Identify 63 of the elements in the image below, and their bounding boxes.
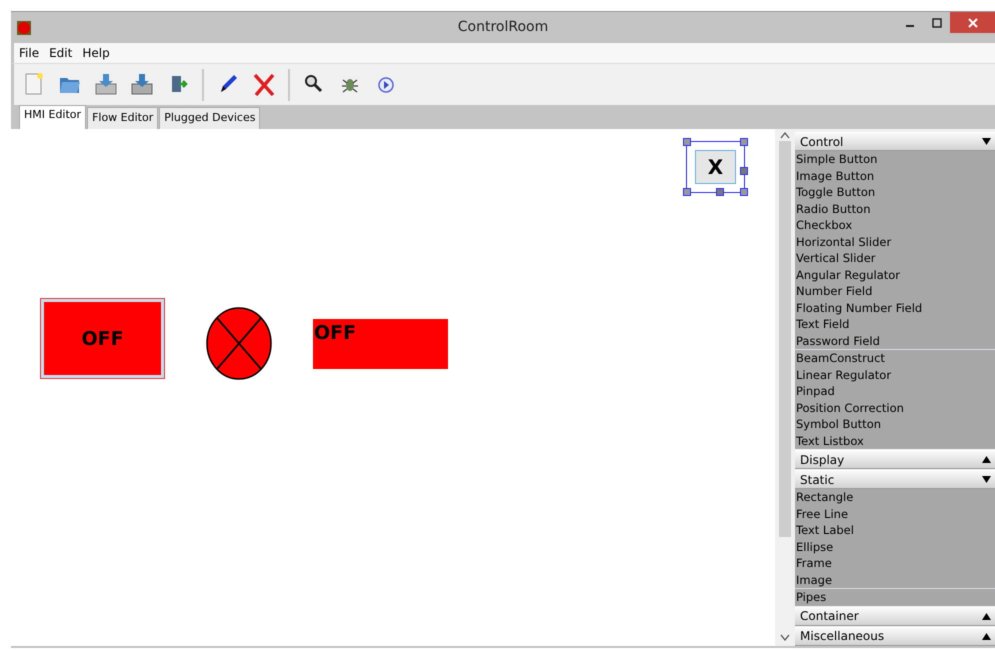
maximize-icon (932, 18, 942, 28)
editor-tab[interactable]: Plugged Devices (159, 107, 260, 129)
editor-tab[interactable]: HMI Editor (19, 105, 86, 129)
scrollbar-thumb[interactable] (779, 141, 791, 537)
menu-item[interactable]: Edit (44, 46, 78, 60)
section-title: Static (800, 472, 836, 486)
section-title: Container (800, 609, 860, 623)
minimize-icon (906, 24, 914, 26)
palette-item[interactable]: Password Field (795, 332, 995, 349)
palette-item[interactable]: Vertical Slider (795, 250, 995, 266)
palette-item[interactable]: Text Field (795, 316, 995, 332)
palette-item[interactable]: Symbol Button (795, 416, 995, 432)
palette-item[interactable]: Checkbox (795, 217, 995, 234)
save-icon (94, 72, 118, 98)
palette-item[interactable]: Free Line (795, 506, 995, 522)
palette-item[interactable]: Pinpad (795, 383, 995, 400)
widget-button[interactable]: X (695, 150, 736, 184)
palette-item[interactable]: BeamConstruct (795, 350, 995, 366)
delete-cross-icon (252, 72, 276, 98)
save-as-icon (130, 72, 154, 98)
section-title: Control (800, 134, 844, 148)
resize-handle[interactable] (683, 188, 691, 196)
section-header[interactable]: Container (795, 606, 995, 626)
section-header[interactable]: Control (795, 132, 995, 151)
palette-item[interactable]: Text Label (795, 522, 995, 538)
resize-handle[interactable] (740, 188, 748, 196)
menu-item[interactable]: File (14, 46, 44, 60)
scroll-up-icon (780, 131, 790, 139)
palette-item[interactable]: Image Button (795, 168, 995, 184)
resize-handle[interactable] (716, 188, 724, 196)
editor-tab[interactable]: Flow Editor (87, 107, 158, 129)
section-title: Display (800, 452, 846, 466)
window-title: ControlRoom (458, 19, 548, 35)
palette-item[interactable]: Ellipse (795, 538, 995, 555)
scroll-down-icon (780, 634, 790, 642)
palette-item[interactable]: Angular Regulator (795, 266, 995, 283)
section-header[interactable]: Static (795, 470, 995, 489)
palette-item[interactable]: Simple Button (795, 151, 995, 168)
palette-item[interactable]: Linear Regulator (795, 366, 995, 383)
resize-handle[interactable] (740, 138, 748, 146)
palette-item[interactable]: Toggle Button (795, 184, 995, 200)
palette-item[interactable]: Rectangle (795, 489, 995, 506)
palette-item[interactable]: Position Correction (795, 400, 995, 416)
palette-item[interactable]: Horizontal Slider (795, 234, 995, 250)
palette-item[interactable]: Floating Number Field (795, 300, 995, 316)
close-button[interactable] (950, 12, 995, 33)
resize-handle[interactable] (740, 167, 748, 175)
app-icon (17, 20, 31, 34)
section-title: Miscellaneous (800, 629, 886, 643)
section-header[interactable]: Display (795, 450, 995, 469)
palette-item[interactable]: Frame (795, 555, 995, 572)
palette-item[interactable]: Radio Button (795, 200, 995, 217)
widget-label[interactable]: OFF (313, 319, 448, 369)
resize-handle[interactable] (683, 138, 691, 146)
palette-item[interactable]: Text Listbox (795, 432, 995, 449)
widget-button[interactable]: OFF (41, 299, 164, 378)
menu-item[interactable]: Help (77, 46, 115, 60)
section-header[interactable]: Miscellaneous (795, 626, 995, 646)
selected-widget[interactable]: X (686, 141, 745, 193)
palette-item[interactable]: Image (795, 572, 995, 588)
palette-item[interactable]: Pipes (795, 589, 995, 606)
palette-item[interactable]: Number Field (795, 283, 995, 300)
close-icon (968, 18, 978, 28)
